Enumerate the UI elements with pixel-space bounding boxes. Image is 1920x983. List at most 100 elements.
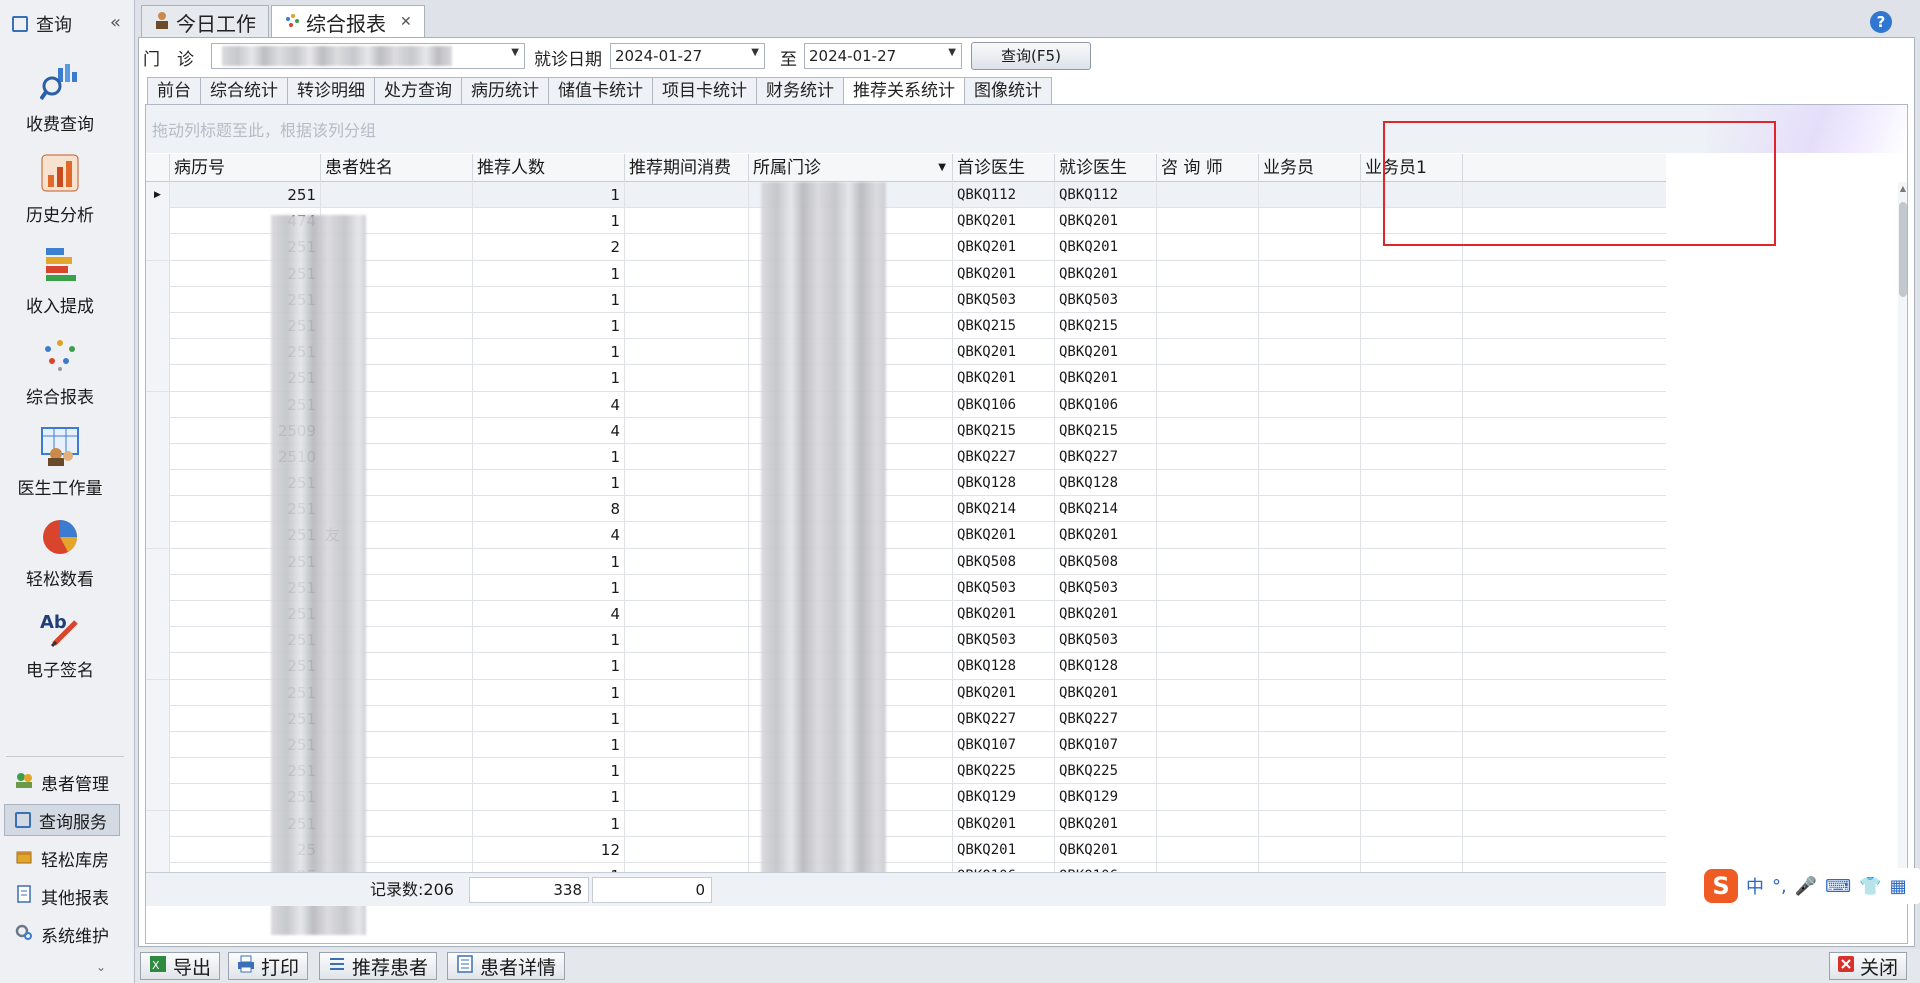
- recommend-patient-button[interactable]: 推荐患者: [319, 952, 438, 980]
- subtab-referral-details[interactable]: 转诊明细: [287, 77, 374, 105]
- sidebar-item-comprehensive-report[interactable]: 综合报表: [0, 335, 120, 408]
- table-row[interactable]: 2518QBKQ214QBKQ214: [146, 496, 1666, 523]
- table-cell: [1259, 443, 1361, 470]
- sidebar-item-fee-query[interactable]: 收费查询: [0, 62, 120, 135]
- keyboard-icon[interactable]: ⌨: [1825, 876, 1851, 897]
- table-row[interactable]: 2514QBKQ106QBKQ106: [146, 391, 1666, 418]
- export-button[interactable]: X 导出: [140, 952, 221, 980]
- subtab-finance-stats[interactable]: 财务统计: [756, 77, 843, 105]
- print-button[interactable]: 打印: [228, 952, 309, 980]
- table-row[interactable]: 2511QBKQ503QBKQ503: [146, 627, 1666, 654]
- table-row[interactable]: 2511QBKQ227QBKQ227: [146, 705, 1666, 732]
- sidebar-more-button[interactable]: ⌄: [0, 960, 120, 980]
- table-cell: [321, 182, 473, 208]
- table-row[interactable]: 2511QBKQ107QBKQ107: [146, 731, 1666, 759]
- table-cell: [1157, 496, 1259, 523]
- table-cell: [1157, 548, 1259, 575]
- table-cell: QBKQ129: [953, 784, 1055, 811]
- collapse-sidebar-button[interactable]: «: [110, 12, 121, 33]
- sidebar-item-income-commission[interactable]: 收入提成: [0, 244, 120, 317]
- ime-mode[interactable]: 中: [1746, 873, 1764, 899]
- subtab-comprehensive-stats[interactable]: 综合统计: [200, 77, 287, 105]
- sidebar-nav-other-reports[interactable]: 其他报表: [4, 880, 120, 912]
- table-row[interactable]: 2511QBKQ508QBKQ508: [146, 548, 1666, 575]
- subtab-front-desk[interactable]: 前台: [147, 77, 200, 105]
- table-row[interactable]: 25094QBKQ215QBKQ215: [146, 417, 1666, 444]
- scrollbar-thumb[interactable]: [1899, 202, 1907, 297]
- search-chart-icon: [39, 62, 80, 102]
- table-row[interactable]: 2511QBKQ128QBKQ128: [146, 470, 1666, 497]
- table-row[interactable]: 2511QBKQ128QBKQ128: [146, 653, 1666, 680]
- table-row[interactable]: 2512QBKQ201QBKQ201: [146, 836, 1666, 863]
- sidebar-item-e-signature[interactable]: Ab 电子签名: [0, 608, 120, 681]
- table-row[interactable]: 2511QBKQ201QBKQ201: [146, 365, 1666, 392]
- table-row[interactable]: 2511QBKQ503QBKQ503: [146, 574, 1666, 601]
- subtab-recommendation-stats[interactable]: 推荐关系统计: [843, 77, 964, 107]
- table-row[interactable]: 2514QBKQ201QBKQ201: [146, 601, 1666, 628]
- table-cell: [1361, 758, 1463, 785]
- tab-comprehensive-report[interactable]: 综合报表 ✕: [271, 5, 425, 38]
- tab-today-work[interactable]: 今日工作: [141, 5, 269, 38]
- row-indicator: [146, 601, 170, 627]
- close-icon[interactable]: ✕: [400, 14, 412, 30]
- table-row[interactable]: 2511QBKQ225QBKQ225: [146, 758, 1666, 785]
- apps-grid-icon[interactable]: ▦: [1890, 876, 1907, 897]
- table-cell: [625, 679, 749, 706]
- close-button[interactable]: 关闭: [1829, 952, 1908, 980]
- row-indicator: [146, 260, 170, 287]
- sidebar-item-history-analysis[interactable]: 历史分析: [0, 153, 120, 226]
- column-header[interactable]: 咨 询 师: [1157, 154, 1259, 182]
- sidebar-nav-query-service[interactable]: 查询服务: [4, 804, 120, 836]
- date-from-field[interactable]: 2024-01-27 ▼: [610, 43, 765, 69]
- clinic-select[interactable]: ▼: [211, 43, 525, 69]
- table-row[interactable]: 25101QBKQ227QBKQ227: [146, 443, 1666, 471]
- skin-icon[interactable]: 👕: [1859, 876, 1881, 897]
- table-row[interactable]: 2511QBKQ129QBKQ129: [146, 784, 1666, 811]
- column-header[interactable]: 就诊医生: [1055, 154, 1157, 182]
- table-row[interactable]: 2511QBKQ215QBKQ215: [146, 312, 1666, 340]
- column-header[interactable]: 业务员: [1259, 154, 1361, 182]
- subtab-image-stats[interactable]: 图像统计: [964, 77, 1052, 105]
- subtab-medical-record-stats[interactable]: 病历统计: [461, 77, 548, 105]
- ime-punct[interactable]: °,: [1772, 876, 1787, 897]
- table-cell: [1259, 810, 1361, 837]
- table-row[interactable]: 2511QBKQ503QBKQ503: [146, 286, 1666, 313]
- sidebar-nav-patient-management[interactable]: 患者管理: [4, 766, 120, 798]
- sidebar-item-easy-view[interactable]: 轻松数看: [0, 517, 120, 590]
- table-row[interactable]: 2511QBKQ201QBKQ201: [146, 339, 1666, 366]
- table-row[interactable]: 2511QBKQ201QBKQ201: [146, 260, 1666, 287]
- table-cell: QBKQ201: [953, 339, 1055, 366]
- sidebar-item-doctor-workload[interactable]: 医生工作量: [0, 426, 120, 499]
- scroll-up-icon[interactable]: ▲: [1898, 184, 1907, 193]
- table-cell: QBKQ201: [1055, 339, 1157, 366]
- query-button[interactable]: 查询(F5): [971, 42, 1091, 70]
- sidebar-nav-system-maintenance[interactable]: 系统维护: [4, 918, 120, 950]
- column-header[interactable]: 所属门诊 ▼: [749, 154, 953, 182]
- microphone-icon[interactable]: 🎤: [1795, 876, 1817, 897]
- export-label: 导出: [173, 956, 212, 979]
- table-row[interactable]: 2511QBKQ201QBKQ201: [146, 679, 1666, 706]
- table-row[interactable]: 251QBKQ106QBKQ106: [146, 862, 1666, 872]
- sidebar-nav-easy-warehouse[interactable]: 轻松库房: [4, 842, 120, 874]
- table-cell: 4: [473, 601, 625, 627]
- column-header[interactable]: 推荐期间消费: [625, 154, 749, 182]
- table-row[interactable]: 251友4QBKQ201QBKQ201: [146, 522, 1666, 549]
- column-header[interactable]: 患者姓名: [321, 154, 473, 182]
- date-to-value: 2024-01-27: [809, 47, 897, 65]
- column-header[interactable]: 推荐人数: [473, 154, 625, 182]
- date-to-field[interactable]: 2024-01-27 ▼: [804, 43, 962, 69]
- ime-toolbar[interactable]: S 中 °, 🎤 ⌨ 👕 ▦: [1700, 868, 1920, 904]
- column-header[interactable]: 首诊医生: [953, 154, 1055, 182]
- subtab-stored-value-card-stats[interactable]: 储值卡统计: [548, 77, 652, 105]
- grid-body: ▶2511QBKQ112QBKQ1124741QBKQ201QBKQ201251…: [146, 182, 1666, 872]
- vertical-scrollbar[interactable]: ▲: [1898, 182, 1907, 872]
- sidebar-nav-label: 其他报表: [41, 888, 109, 909]
- subtab-prescription-query[interactable]: 处方查询: [374, 77, 461, 105]
- subtab-project-card-stats[interactable]: 项目卡统计: [652, 77, 756, 105]
- table-row[interactable]: 2511QBKQ201QBKQ201: [146, 810, 1666, 837]
- table-cell: QBKQ201: [1055, 836, 1157, 863]
- filter-dropdown-icon[interactable]: ▼: [938, 154, 946, 182]
- column-header[interactable]: 病历号: [170, 154, 321, 182]
- patient-details-button[interactable]: 患者详情: [447, 952, 566, 980]
- help-icon[interactable]: ?: [1870, 11, 1892, 33]
